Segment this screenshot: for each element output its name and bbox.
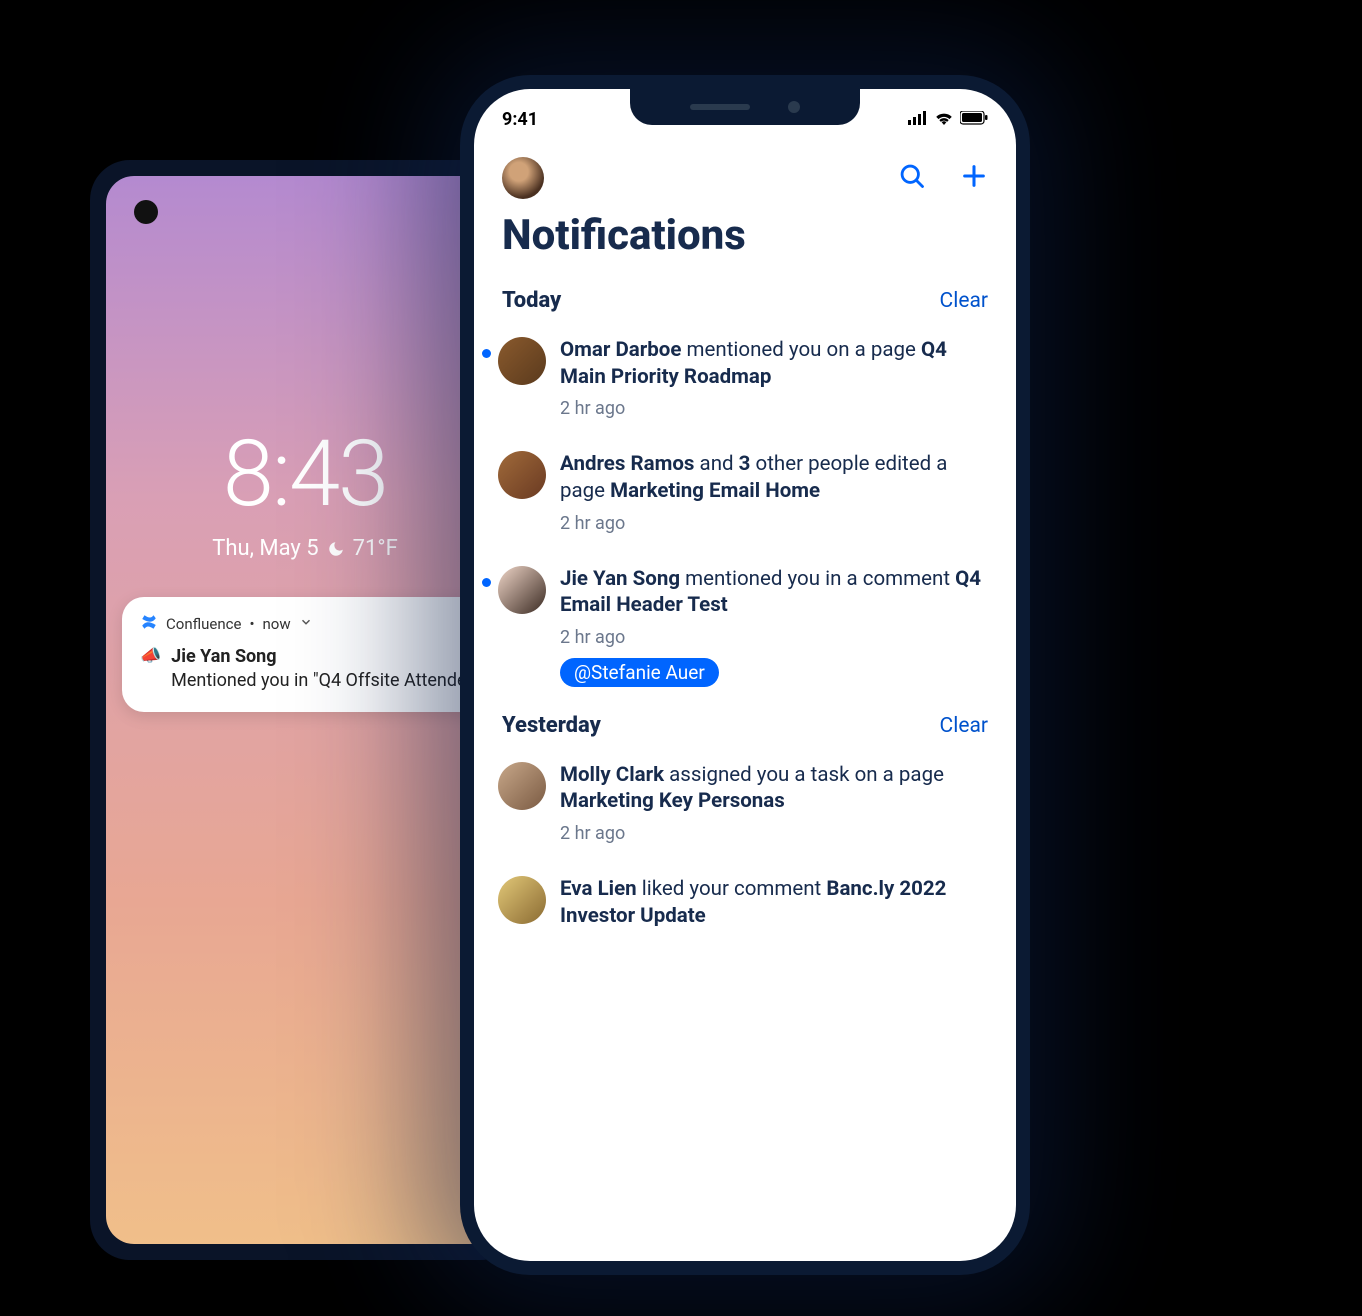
- notification-time: 2 hr ago: [560, 823, 992, 844]
- unread-dot-icon: [482, 349, 491, 358]
- notification-text: Molly Clark assigned you a task on a pag…: [560, 762, 992, 815]
- notification-body: Jie Yan Song mentioned you in a comment …: [560, 566, 992, 687]
- notification-body: Molly Clark assigned you a task on a pag…: [560, 762, 992, 844]
- notification-text: Jie Yan Song mentioned you in a comment …: [560, 566, 992, 619]
- section-header: Today Clear: [498, 284, 992, 327]
- notification-text: Andres Ramos and 3 other people edited a…: [560, 451, 992, 504]
- confluence-icon: [140, 613, 158, 635]
- avatar[interactable]: [498, 762, 546, 810]
- android-notif-body: 📣 Jie Yan Song Mentioned you in "Q4 Offs…: [140, 645, 470, 694]
- status-icons: [908, 110, 988, 129]
- app-content: Notifications Today Clear Omar Darboe ment…: [474, 147, 1016, 1261]
- lockscreen-clock: 8:43: [106, 421, 504, 528]
- avatar[interactable]: [498, 337, 546, 385]
- notification-sections: Today Clear Omar Darboe mentioned you on a…: [498, 284, 992, 951]
- status-time: 9:41: [502, 109, 538, 130]
- android-notif-person: Jie Yan Song: [171, 645, 466, 669]
- notification-item[interactable]: Eva Lien liked your comment Banc.ly 2022…: [498, 866, 992, 951]
- moon-icon: [327, 540, 345, 558]
- mention-pill[interactable]: @Stefanie Auer: [560, 658, 719, 687]
- iphone-screen: 9:41: [474, 89, 1016, 1261]
- android-notification-card[interactable]: Confluence • now 📣 Jie Yan Song Mentione…: [122, 597, 488, 712]
- add-icon[interactable]: [960, 162, 988, 194]
- lockscreen-date-row: Thu, May 5 71°F: [106, 536, 504, 561]
- app-header: [498, 147, 992, 207]
- lockscreen-date: Thu, May 5: [212, 536, 318, 561]
- notification-item[interactable]: Andres Ramos and 3 other people edited a…: [498, 441, 992, 555]
- android-phone-frame: 8:43 Thu, May 5 71°F Confluence • now �: [90, 160, 520, 1260]
- battery-icon: [960, 110, 988, 129]
- megaphone-icon: 📣: [140, 645, 161, 667]
- speaker-grille: [690, 104, 750, 110]
- android-notif-header: Confluence • now: [140, 613, 470, 635]
- notification-item[interactable]: Molly Clark assigned you a task on a pag…: [498, 752, 992, 866]
- avatar[interactable]: [498, 566, 546, 614]
- section-title: Today: [502, 288, 561, 313]
- android-notif-when: now: [263, 615, 291, 633]
- notification-item[interactable]: Omar Darboe mentioned you on a page Q4 M…: [498, 327, 992, 441]
- section-title: Yesterday: [502, 713, 601, 738]
- notification-time: 2 hr ago: [560, 513, 992, 534]
- unread-dot-icon: [482, 578, 491, 587]
- notification-body: Andres Ramos and 3 other people edited a…: [560, 451, 992, 533]
- wifi-icon: [934, 110, 954, 129]
- avatar[interactable]: [498, 876, 546, 924]
- notification-body: Eva Lien liked your comment Banc.ly 2022…: [560, 876, 992, 929]
- notification-text: Omar Darboe mentioned you on a page Q4 M…: [560, 337, 992, 390]
- clear-button[interactable]: Clear: [940, 289, 988, 313]
- iphone-notch: [630, 89, 860, 125]
- profile-avatar[interactable]: [502, 157, 544, 199]
- notification-text: Eva Lien liked your comment Banc.ly 2022…: [560, 876, 992, 929]
- notification-time: 2 hr ago: [560, 398, 992, 419]
- notification-body: Omar Darboe mentioned you on a page Q4 M…: [560, 337, 992, 419]
- avatar[interactable]: [498, 451, 546, 499]
- notification-item[interactable]: Jie Yan Song mentioned you in a comment …: [498, 556, 992, 709]
- search-icon[interactable]: [898, 162, 926, 194]
- android-notif-text: Mentioned you in "Q4 Offsite Attende: [171, 669, 466, 693]
- bullet: •: [249, 615, 254, 633]
- clear-button[interactable]: Clear: [940, 714, 988, 738]
- front-camera: [788, 101, 800, 113]
- lockscreen-temp: 71°F: [353, 536, 398, 561]
- chevron-down-icon[interactable]: [299, 615, 313, 633]
- notification-time: 2 hr ago: [560, 627, 992, 648]
- page-title: Notifications: [498, 207, 992, 284]
- punch-hole-camera: [134, 200, 158, 224]
- cellular-icon: [908, 110, 928, 129]
- section-header: Yesterday Clear: [498, 709, 992, 752]
- iphone-frame: 9:41: [460, 75, 1030, 1275]
- android-notif-app: Confluence: [166, 615, 241, 633]
- android-lockscreen: 8:43 Thu, May 5 71°F Confluence • now �: [106, 176, 504, 1244]
